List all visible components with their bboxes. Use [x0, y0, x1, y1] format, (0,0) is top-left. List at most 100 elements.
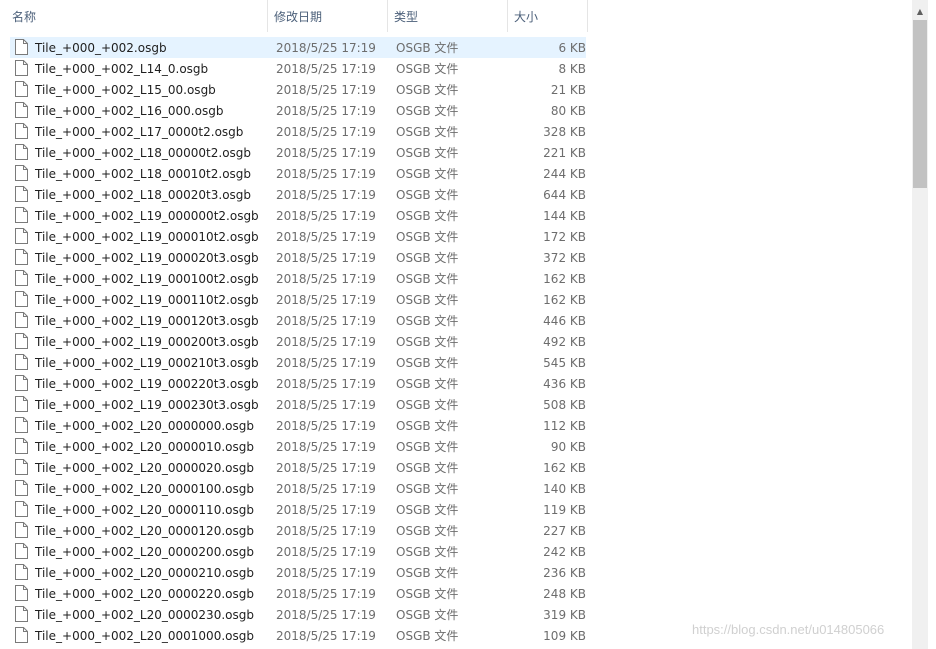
file-row[interactable]: Tile_+000_+002_L18_00020t3.osgb 2018/5/25…	[10, 184, 586, 205]
file-icon	[15, 562, 31, 583]
file-modified-date: 2018/5/25 17:19	[276, 565, 376, 580]
file-modified-date: 2018/5/25 17:19	[276, 61, 376, 76]
column-header-size[interactable]: 大小	[508, 0, 588, 32]
file-row[interactable]: Tile_+000_+002_L20_0000230.osgb 2018/5/25…	[10, 604, 586, 625]
file-modified-date: 2018/5/25 17:19	[276, 502, 376, 517]
file-name: Tile_+000_+002_L19_000020t3.osgb	[35, 250, 259, 265]
file-row[interactable]: Tile_+000_+002_L20_0000120.osgb 2018/5/25…	[10, 520, 586, 541]
file-modified-date: 2018/5/25 17:19	[276, 40, 376, 55]
file-row[interactable]: Tile_+000_+002_L14_0.osgb 2018/5/25 17:19…	[10, 58, 586, 79]
column-header-type-label: 类型	[394, 10, 419, 24]
file-row[interactable]: Tile_+000_+002.osgb 2018/5/25 17:19 OSGB 文…	[10, 37, 586, 58]
file-row[interactable]: Tile_+000_+002_L19_000100t2.osgb 2018/5/2…	[10, 268, 586, 289]
file-type: OSGB 文件	[396, 314, 459, 328]
file-row[interactable]: Tile_+000_+002_L20_0000200.osgb 2018/5/25…	[10, 541, 586, 562]
column-header-type[interactable]: 类型	[388, 0, 508, 32]
file-row[interactable]: Tile_+000_+002_L19_000200t3.osgb 2018/5/2…	[10, 331, 586, 352]
file-name: Tile_+000_+002_L20_0000020.osgb	[35, 460, 254, 475]
file-modified-date: 2018/5/25 17:19	[276, 418, 376, 433]
file-size: 248 KB	[543, 586, 586, 601]
file-row[interactable]: Tile_+000_+002_L19_000020t3.osgb 2018/5/2…	[10, 247, 586, 268]
file-type: OSGB 文件	[396, 566, 459, 580]
file-size: 227 KB	[543, 523, 586, 538]
file-row[interactable]: Tile_+000_+002_L15_00.osgb 2018/5/25 17:1…	[10, 79, 586, 100]
file-icon	[15, 478, 31, 499]
file-row[interactable]: Tile_+000_+002_L19_000110t2.osgb 2018/5/2…	[10, 289, 586, 310]
file-name: Tile_+000_+002_L16_000.osgb	[35, 103, 224, 118]
column-header-date-label: 修改日期	[274, 10, 323, 24]
file-row[interactable]: Tile_+000_+002_L17_0000t2.osgb 2018/5/25 …	[10, 121, 586, 142]
file-size: 372 KB	[543, 250, 586, 265]
file-row[interactable]: Tile_+000_+002_L19_000010t2.osgb 2018/5/2…	[10, 226, 586, 247]
file-size: 436 KB	[543, 376, 586, 391]
file-row[interactable]: Tile_+000_+002_L18_00000t2.osgb 2018/5/25…	[10, 142, 586, 163]
file-row[interactable]: Tile_+000_+002_L19_000230t3.osgb 2018/5/2…	[10, 394, 586, 415]
file-name: Tile_+000_+002_L20_0001000.osgb	[35, 628, 254, 643]
file-size: 242 KB	[543, 544, 586, 559]
file-row[interactable]: Tile_+000_+002_L20_0000100.osgb 2018/5/25…	[10, 478, 586, 499]
column-header-name[interactable]: ^ 名称	[0, 0, 268, 32]
file-size: 644 KB	[543, 187, 586, 202]
file-row[interactable]: Tile_+000_+002_L19_000210t3.osgb 2018/5/2…	[10, 352, 586, 373]
file-size: 109 KB	[543, 628, 586, 643]
file-row[interactable]: Tile_+000_+002_L20_0000010.osgb 2018/5/25…	[10, 436, 586, 457]
file-size: 144 KB	[543, 208, 586, 223]
chevron-up-icon[interactable]: ▲	[912, 4, 928, 20]
file-modified-date: 2018/5/25 17:19	[276, 292, 376, 307]
file-size: 21 KB	[550, 82, 586, 97]
file-icon	[15, 100, 31, 121]
file-type: OSGB 文件	[396, 293, 459, 307]
file-row[interactable]: Tile_+000_+002_L20_0000000.osgb 2018/5/25…	[10, 415, 586, 436]
file-modified-date: 2018/5/25 17:19	[276, 103, 376, 118]
file-modified-date: 2018/5/25 17:19	[276, 208, 376, 223]
file-name: Tile_+000_+002_L20_0000010.osgb	[35, 439, 254, 454]
file-name: Tile_+000_+002_L20_0000100.osgb	[35, 481, 254, 496]
file-type: OSGB 文件	[396, 272, 459, 286]
file-row[interactable]: Tile_+000_+002_L20_0000020.osgb 2018/5/25…	[10, 457, 586, 478]
file-modified-date: 2018/5/25 17:19	[276, 607, 376, 622]
file-icon	[15, 205, 31, 226]
file-name: Tile_+000_+002_L20_0000200.osgb	[35, 544, 254, 559]
file-row[interactable]: Tile_+000_+002_L16_000.osgb 2018/5/25 17:…	[10, 100, 586, 121]
file-name: Tile_+000_+002_L19_000100t2.osgb	[35, 271, 259, 286]
file-icon	[15, 394, 31, 415]
file-row[interactable]: Tile_+000_+002_L19_000000t2.osgb 2018/5/2…	[10, 205, 586, 226]
file-type: OSGB 文件	[396, 587, 459, 601]
file-icon	[15, 352, 31, 373]
file-type: OSGB 文件	[396, 62, 459, 76]
file-row[interactable]: Tile_+000_+002_L19_000220t3.osgb 2018/5/2…	[10, 373, 586, 394]
vertical-scrollbar[interactable]: ▲	[912, 0, 928, 649]
scrollbar-thumb[interactable]	[913, 20, 927, 188]
file-size: 236 KB	[543, 565, 586, 580]
file-type: OSGB 文件	[396, 167, 459, 181]
file-name: Tile_+000_+002_L19_000210t3.osgb	[35, 355, 259, 370]
file-type: OSGB 文件	[396, 356, 459, 370]
file-name: Tile_+000_+002_L19_000200t3.osgb	[35, 334, 259, 349]
file-icon	[15, 499, 31, 520]
file-modified-date: 2018/5/25 17:19	[276, 250, 376, 265]
file-row[interactable]: Tile_+000_+002_L20_0000220.osgb 2018/5/25…	[10, 583, 586, 604]
file-icon	[15, 331, 31, 352]
file-size: 172 KB	[543, 229, 586, 244]
file-type: OSGB 文件	[396, 83, 459, 97]
file-row[interactable]: Tile_+000_+002_L20_0000110.osgb 2018/5/25…	[10, 499, 586, 520]
column-header-date[interactable]: 修改日期	[268, 0, 388, 32]
file-modified-date: 2018/5/25 17:19	[276, 481, 376, 496]
file-name: Tile_+000_+002_L20_0000110.osgb	[35, 502, 254, 517]
file-row[interactable]: Tile_+000_+002_L20_0000210.osgb 2018/5/25…	[10, 562, 586, 583]
file-size: 492 KB	[543, 334, 586, 349]
file-type: OSGB 文件	[396, 377, 459, 391]
file-icon	[15, 310, 31, 331]
file-size: 545 KB	[543, 355, 586, 370]
file-modified-date: 2018/5/25 17:19	[276, 166, 376, 181]
file-modified-date: 2018/5/25 17:19	[276, 460, 376, 475]
file-name: Tile_+000_+002_L19_000110t2.osgb	[35, 292, 259, 307]
file-type: OSGB 文件	[396, 629, 459, 643]
file-row[interactable]: Tile_+000_+002_L20_0001000.osgb 2018/5/25…	[10, 625, 586, 646]
file-icon	[15, 520, 31, 541]
file-icon	[15, 436, 31, 457]
file-modified-date: 2018/5/25 17:19	[276, 124, 376, 139]
file-row[interactable]: Tile_+000_+002_L18_00010t2.osgb 2018/5/25…	[10, 163, 586, 184]
file-modified-date: 2018/5/25 17:19	[276, 523, 376, 538]
file-row[interactable]: Tile_+000_+002_L19_000120t3.osgb 2018/5/2…	[10, 310, 586, 331]
